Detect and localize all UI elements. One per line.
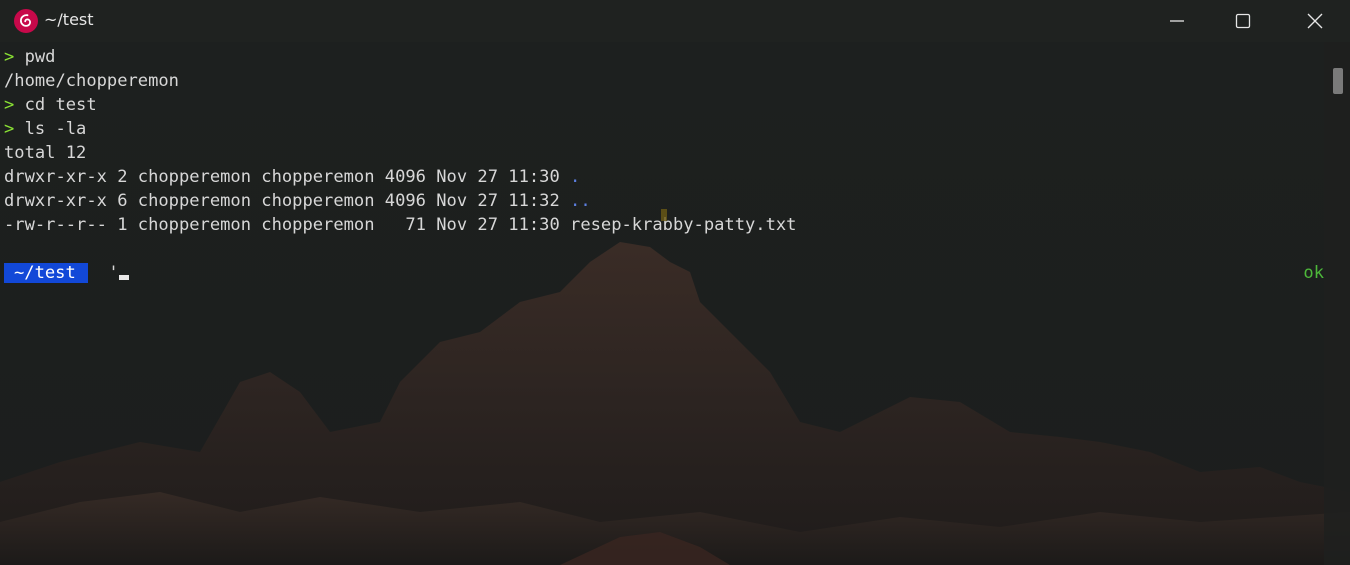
listing-text: drwxr-xr-x 2 chopperemon chopperemon 409…	[4, 167, 571, 187]
directory-name: ..	[570, 191, 591, 211]
cursor-artifact	[661, 209, 667, 221]
command-input[interactable]: '	[108, 263, 118, 283]
terminal-pane[interactable]: > pwd /home/chopperemon > cd test > ls -…	[0, 42, 1350, 565]
terminal-line: total 12	[4, 141, 1324, 165]
window-title: ~/test	[44, 10, 94, 29]
command-text: ls -la	[14, 119, 87, 139]
status-ok: ok	[1303, 263, 1324, 283]
terminal-output[interactable]: > pwd /home/chopperemon > cd test > ls -…	[4, 45, 1324, 285]
title-bar[interactable]: ~/test	[0, 0, 1350, 42]
terminal-line: > pwd	[4, 45, 1324, 69]
listing-text: -rw-r--r-- 1 chopperemon chopperemon 71 …	[4, 215, 571, 235]
text-cursor	[118, 275, 129, 280]
directory-name: .	[570, 167, 581, 187]
maximize-icon	[1235, 13, 1251, 29]
terminal-line: /home/chopperemon	[4, 69, 1324, 93]
path-segment: ~/test	[4, 263, 88, 283]
prompt-symbol: >	[4, 119, 15, 139]
terminal-window: ~/test > pwd /home/chopperemon > cd test…	[0, 0, 1350, 565]
listing-text: drwxr-xr-x 6 chopperemon chopperemon 409…	[4, 191, 571, 211]
prompt-symbol: >	[4, 95, 15, 115]
minimize-icon	[1170, 20, 1184, 22]
command-text: pwd	[14, 47, 56, 67]
minimize-button[interactable]	[1144, 0, 1210, 42]
output-text: /home/chopperemon	[4, 71, 179, 91]
prompt-symbol: >	[4, 47, 15, 67]
terminal-line: drwxr-xr-x 2 chopperemon chopperemon 409…	[4, 165, 1324, 189]
output-text: total 12	[4, 143, 87, 163]
command-text: cd test	[14, 95, 97, 115]
maximize-button[interactable]	[1210, 0, 1276, 42]
scrollbar[interactable]	[1324, 42, 1350, 565]
close-icon	[1307, 13, 1323, 29]
file-name: resep-krabby-patty.txt	[570, 215, 797, 235]
prompt-line[interactable]: ~/test ' ok	[4, 261, 1324, 285]
terminal-line: > cd test	[4, 93, 1324, 117]
debian-swirl-icon	[14, 9, 38, 33]
input-spacer	[88, 263, 109, 283]
terminal-line: > ls -la	[4, 117, 1324, 141]
close-button[interactable]	[1282, 0, 1348, 42]
scrollbar-thumb[interactable]	[1333, 68, 1343, 94]
